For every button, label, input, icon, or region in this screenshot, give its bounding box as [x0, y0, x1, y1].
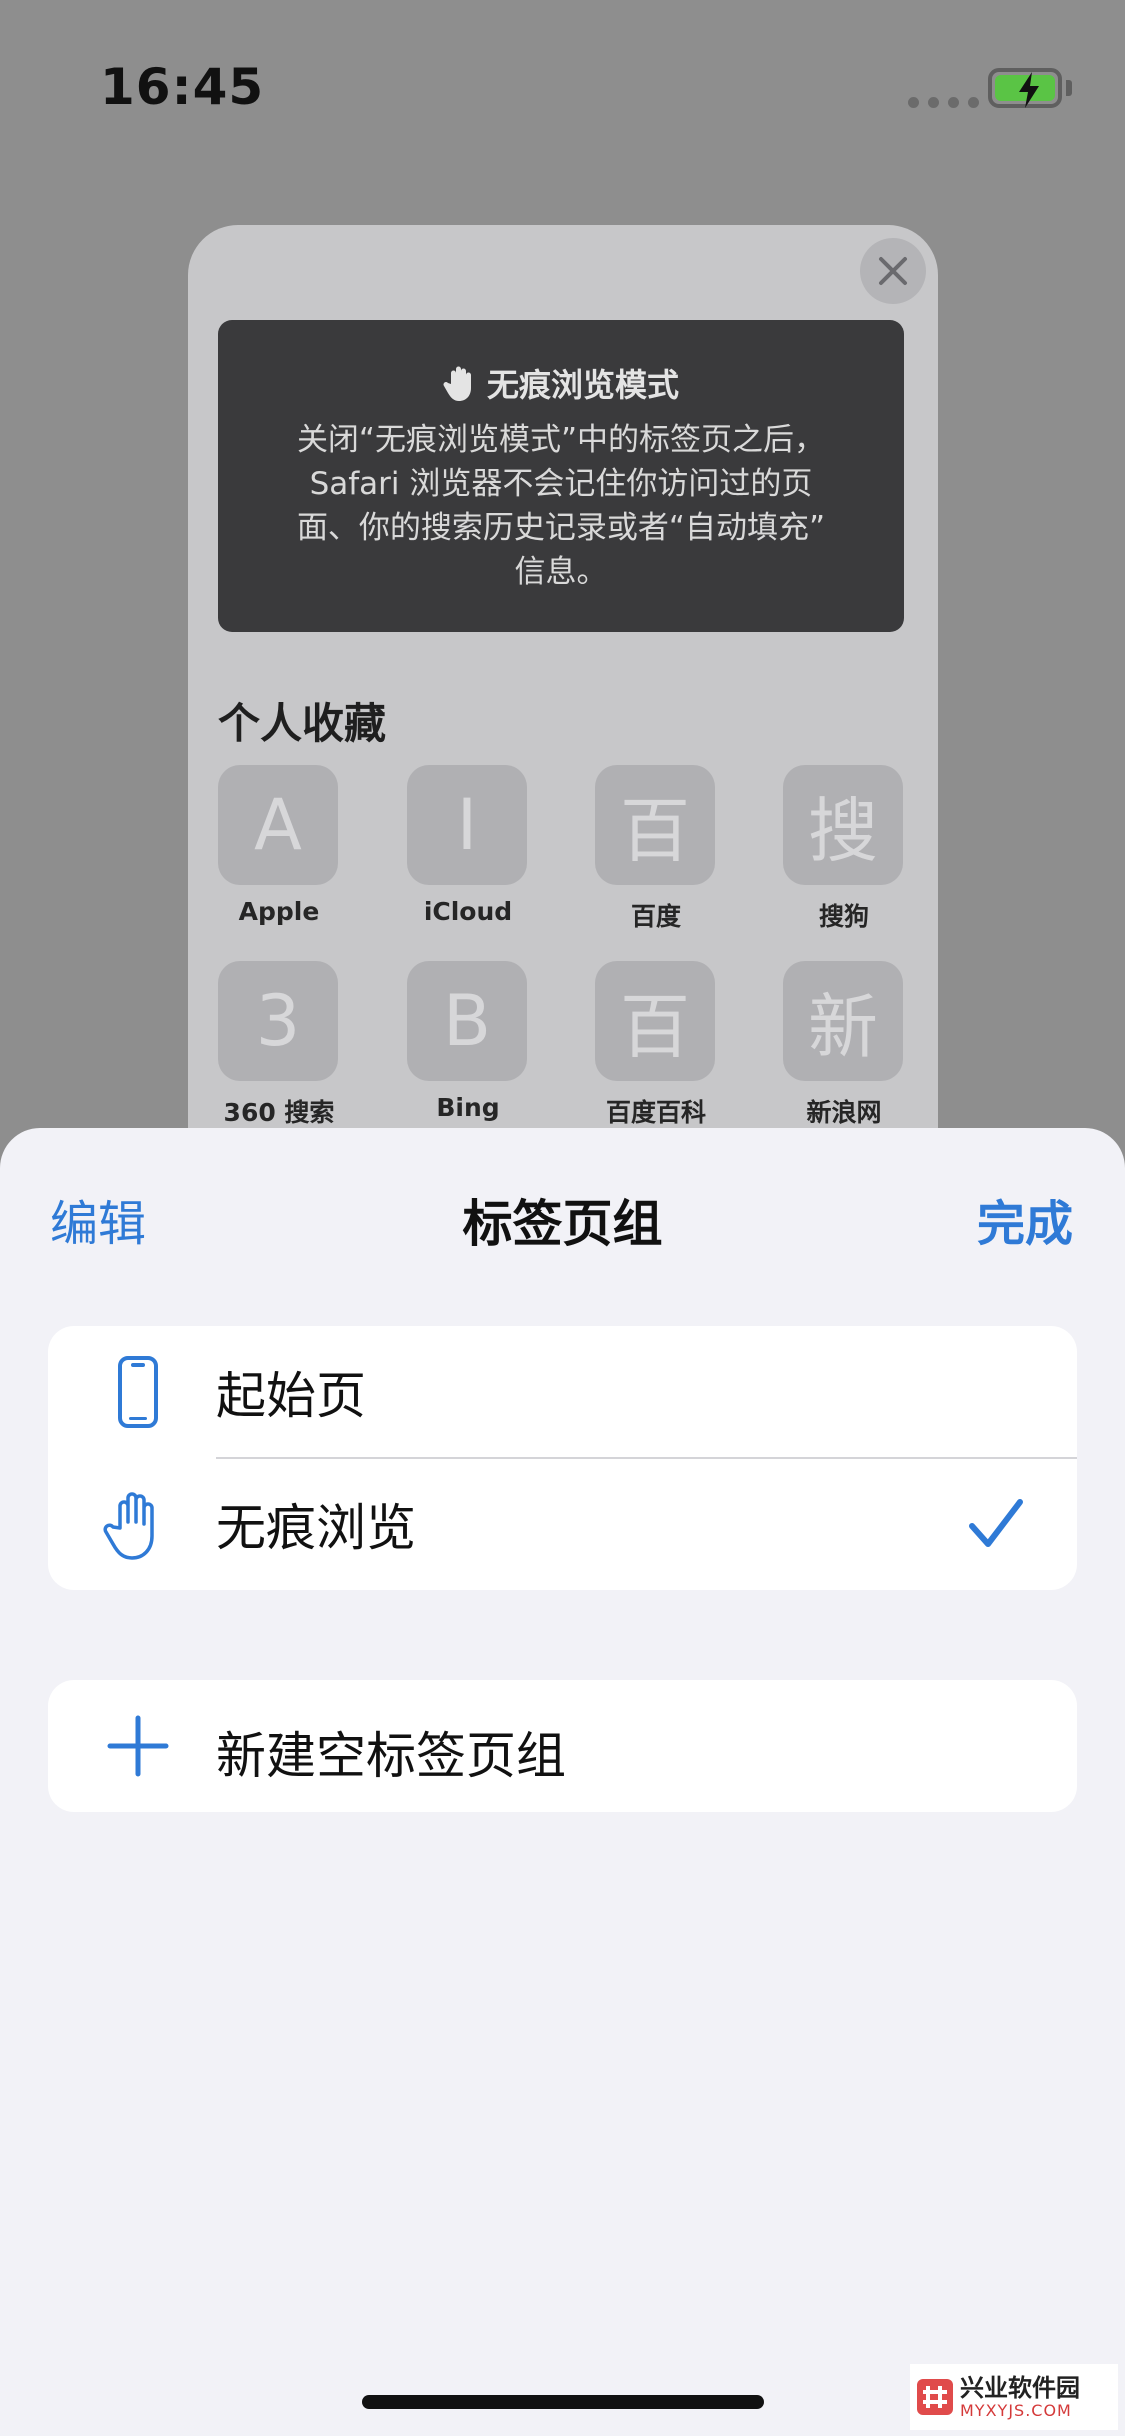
- favorite-tile: B: [407, 961, 527, 1081]
- tab-groups-sheet: 编辑 标签页组 完成 起始页 无痕浏览 新建空标签页组: [0, 1128, 1125, 2436]
- bolt-icon: [1019, 72, 1039, 108]
- favorite-item[interactable]: 百 百度百科: [595, 961, 717, 1129]
- banner-title: 无痕浏览模式: [218, 360, 904, 406]
- favorite-label: 百度: [630, 902, 681, 931]
- favorite-item[interactable]: B Bing: [407, 961, 529, 1122]
- banner-description: 关闭“无痕浏览模式”中的标签页之后， Safari 浏览器不会记住你访问过的页 …: [218, 418, 904, 594]
- tab-group-private[interactable]: 无痕浏览: [48, 1458, 1077, 1590]
- favorite-item[interactable]: I iCloud: [407, 765, 529, 926]
- favorite-item[interactable]: 搜 搜狗: [783, 765, 905, 933]
- status-time: 16:45: [100, 58, 265, 116]
- watermark-logo-icon: [917, 2379, 953, 2415]
- hand-icon: [443, 366, 471, 401]
- tab-group-start-page[interactable]: 起始页: [48, 1326, 1077, 1459]
- favorites-title: 个人收藏: [218, 699, 387, 748]
- favorite-item[interactable]: 3 360 搜索: [218, 961, 340, 1129]
- favorite-tile: I: [407, 765, 527, 885]
- favorite-label: 新浪网: [806, 1098, 882, 1127]
- home-indicator[interactable]: [362, 2395, 764, 2409]
- favorite-label: Bing: [436, 1093, 500, 1122]
- favorite-item[interactable]: 新 新浪网: [783, 961, 905, 1129]
- tab-group-label: 起始页: [216, 1367, 366, 1425]
- signal-dots-icon: [908, 97, 979, 108]
- watermark-url: MYXYJS.COM: [960, 2400, 1072, 2420]
- favorite-tile: 百: [595, 961, 715, 1081]
- checkmark-icon: [969, 1499, 1023, 1547]
- phone-icon: [118, 1356, 158, 1428]
- favorite-label: 搜狗: [818, 902, 869, 931]
- favorite-tile: 搜: [783, 765, 903, 885]
- favorite-tile: 新: [783, 961, 903, 1081]
- sheet-title: 标签页组: [462, 1195, 663, 1253]
- tab-group-label: 无痕浏览: [216, 1499, 416, 1557]
- done-button[interactable]: 完成: [977, 1184, 1073, 1254]
- banner-line: 面、你的搜索历史记录或者“自动填充”: [296, 510, 826, 546]
- favorite-label: Apple: [238, 897, 320, 926]
- favorite-tile: A: [218, 765, 338, 885]
- favorite-label: iCloud: [423, 897, 513, 926]
- tab-group-list: 起始页 无痕浏览: [48, 1326, 1077, 1590]
- battery-charging-icon: [988, 68, 1062, 108]
- favorite-tile: 3: [218, 961, 338, 1081]
- private-browsing-banner: 无痕浏览模式 关闭“无痕浏览模式”中的标签页之后， Safari 浏览器不会记住…: [218, 320, 904, 632]
- battery-cap: [1066, 80, 1072, 96]
- favorite-tile: 百: [595, 765, 715, 885]
- new-group-label: 新建空标签页组: [216, 1727, 566, 1785]
- favorite-label: 360 搜索: [223, 1098, 335, 1127]
- banner-line: 关闭“无痕浏览模式”中的标签页之后，: [296, 422, 826, 458]
- favorite-label: 百度百科: [605, 1098, 706, 1127]
- favorite-item[interactable]: 百 百度: [595, 765, 717, 933]
- close-icon: [879, 257, 907, 285]
- new-empty-tab-group-button[interactable]: 新建空标签页组: [48, 1680, 1077, 1812]
- banner-line: Safari 浏览器不会记住你访问过的页: [309, 466, 813, 502]
- watermark: 兴业软件园 MYXYJS.COM: [910, 2364, 1118, 2430]
- watermark-text: 兴业软件园: [960, 2373, 1080, 2402]
- plus-icon: [107, 1715, 169, 1777]
- hand-icon: [103, 1492, 154, 1560]
- banner-title-text: 无痕浏览模式: [486, 366, 679, 404]
- close-tab-button[interactable]: [860, 238, 926, 304]
- banner-line: 信息。: [514, 554, 608, 590]
- favorite-item[interactable]: A Apple: [218, 765, 340, 926]
